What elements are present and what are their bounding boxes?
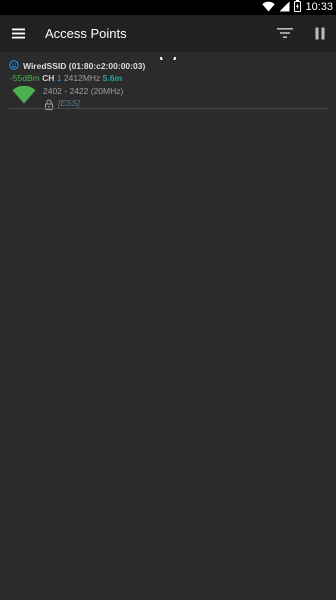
- access-points-list[interactable]: [0, 52, 336, 600]
- page-title: Access Points: [45, 26, 127, 41]
- ap-channel: 1: [56, 73, 62, 83]
- lock-icon: [44, 97, 54, 110]
- hamburger-menu-icon[interactable]: [6, 19, 30, 47]
- access-point-item[interactable]: WiredSSID (01:80:c2:00:00:03) -55dBm CH …: [9, 56, 328, 110]
- app-toolbar: Access Points: [0, 15, 336, 52]
- list-divider: [9, 108, 328, 109]
- ap-ssid-bssid: WiredSSID (01:80:c2:00:00:03): [23, 61, 146, 71]
- ap-channel-label: CH: [42, 73, 55, 83]
- ap-frequency-range: 2402 - 2422 (20MHz): [43, 86, 124, 96]
- connected-face-icon: [9, 60, 19, 72]
- ap-distance: 5.6m: [102, 73, 123, 83]
- pause-icon[interactable]: [308, 21, 332, 45]
- ap-signal-level: -55dBm: [10, 73, 40, 83]
- ap-capabilities: [ESS]: [58, 98, 80, 108]
- ap-details: -55dBm CH 1 2412MHz 5.6m: [10, 73, 122, 83]
- ap-frequency: 2412MHz: [63, 73, 101, 83]
- ap-header: WiredSSID (01:80:c2:00:00:03): [9, 60, 145, 72]
- status-time: 10:33: [305, 1, 333, 13]
- status-icons: 10:33: [262, 0, 333, 15]
- filter-icon[interactable]: [273, 21, 297, 45]
- wifi-strength-icon: [12, 85, 36, 104]
- status-bar: 10:33: [0, 0, 336, 15]
